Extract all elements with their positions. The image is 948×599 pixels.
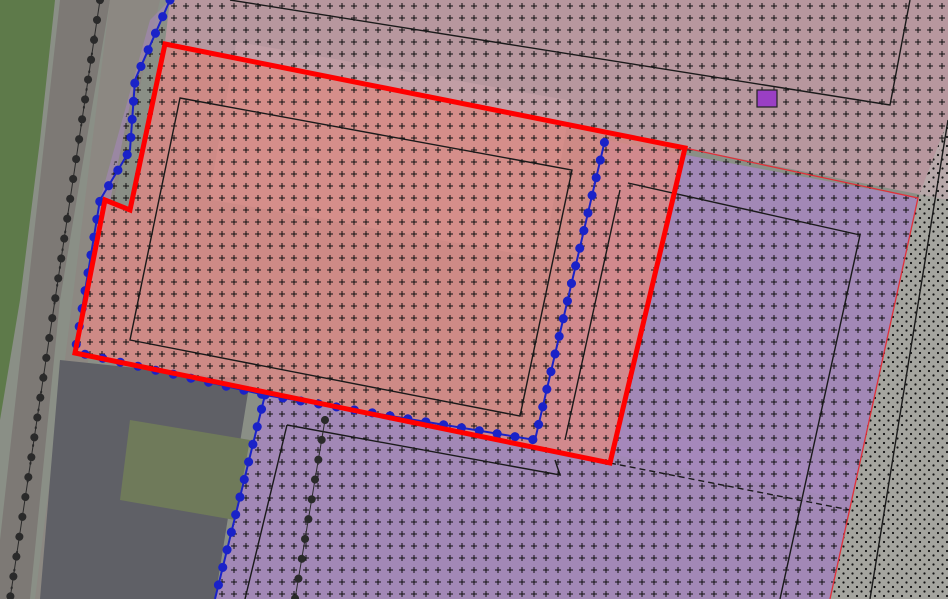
map-svg[interactable] [0, 0, 948, 599]
map-canvas[interactable] [0, 0, 948, 599]
small-symbol-square[interactable] [756, 89, 778, 108]
